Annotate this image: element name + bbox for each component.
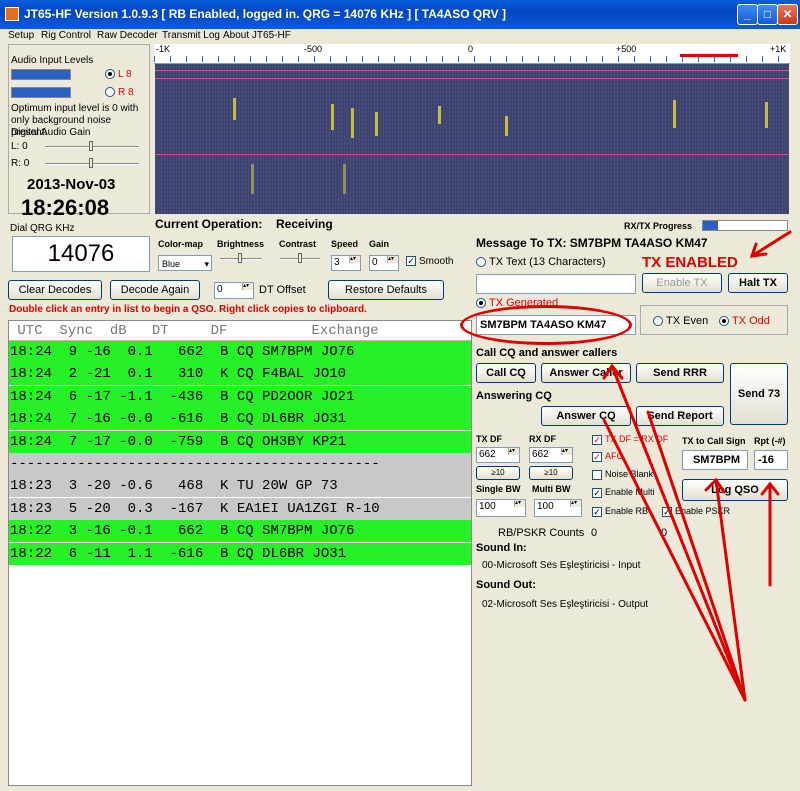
annotation-arrows [602,230,792,702]
